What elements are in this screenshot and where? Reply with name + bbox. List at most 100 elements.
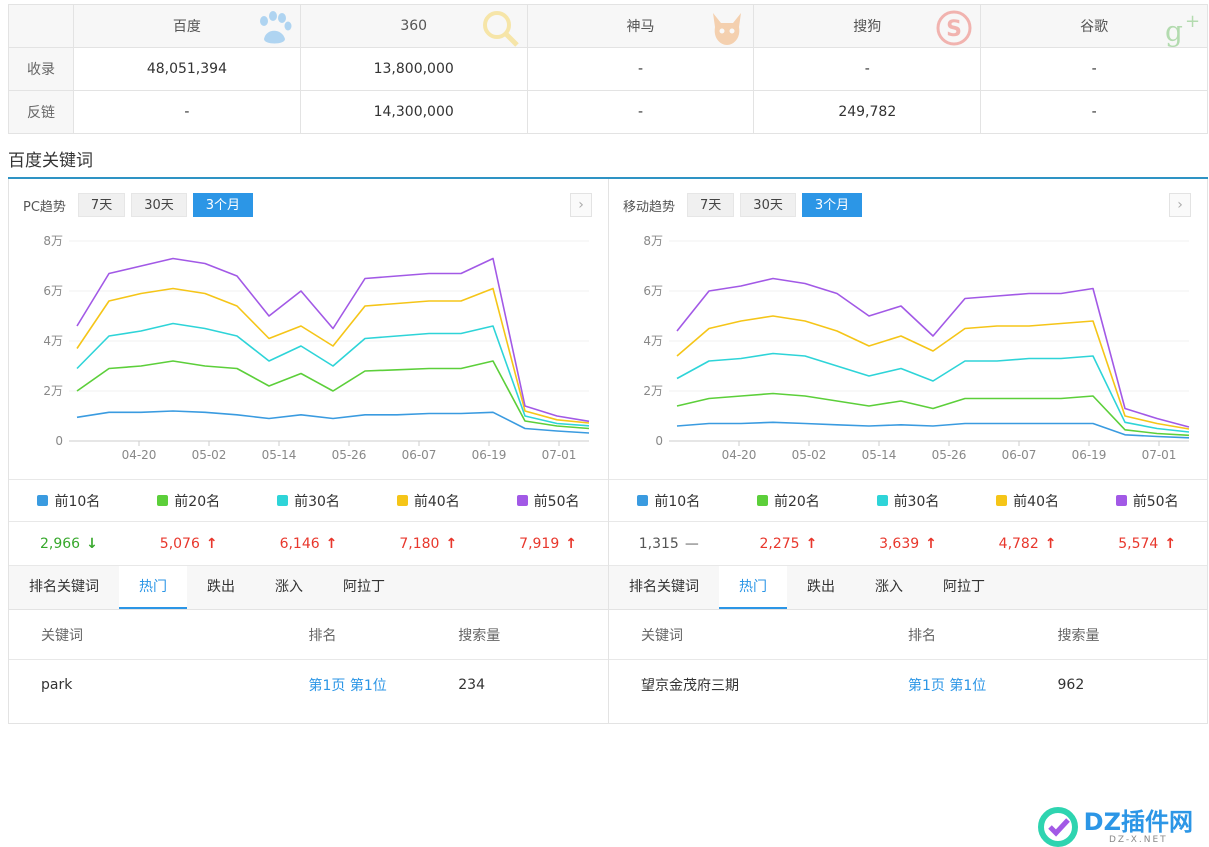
rank-count-item: 7,180 ↑ xyxy=(368,522,488,565)
rank-count-item: 7,919 ↑ xyxy=(488,522,608,565)
x-tick-label: 04-20 xyxy=(722,448,757,462)
series-line-1[interactable] xyxy=(676,421,1190,439)
engine-row-index: 收录 48,051,394 13,800,000 - - - xyxy=(8,47,1208,91)
chevron-right-icon[interactable]: › xyxy=(570,193,592,217)
x-tick-label: 05-26 xyxy=(932,448,967,462)
legend-top50[interactable]: 前50名 xyxy=(488,480,608,521)
legend-swatch xyxy=(157,495,169,506)
tab-gained[interactable]: 涨入 xyxy=(255,566,323,609)
rank-count-value: 4,782 xyxy=(998,535,1039,552)
tab-gained[interactable]: 涨入 xyxy=(855,566,923,609)
legend-label: 前30名 xyxy=(294,493,340,510)
stat-cell: - xyxy=(980,47,1208,91)
legend-label: 前40名 xyxy=(413,493,460,510)
legend: 前10名 前20名 前30名 前40名 前50名 xyxy=(609,479,1207,522)
rank-counts: 1,315 — 2,275 ↑ 3,639 ↑ 4,782 ↑ 5,574 ↑ xyxy=(609,522,1207,566)
legend-label: 前10名 xyxy=(54,493,101,510)
col-rank: 排名 xyxy=(308,627,337,644)
volume-cell: 962 xyxy=(1057,677,1085,693)
rank-count-item: 2,966 ↓ xyxy=(9,522,129,565)
keyword-tabs: 排名关键词 热门 跌出 涨入 阿拉丁 xyxy=(609,566,1207,610)
rank-count-item: 5,574 ↑ xyxy=(1087,522,1207,565)
tab-aladdin[interactable]: 阿拉丁 xyxy=(923,566,1005,609)
tab-dropped[interactable]: 跌出 xyxy=(787,566,855,609)
range-3m-button[interactable]: 3个月 xyxy=(192,193,254,217)
rank-link[interactable]: 第1页 第1位 xyxy=(908,675,1058,695)
legend-top40[interactable]: 前40名 xyxy=(968,480,1088,521)
col-rank: 排名 xyxy=(908,627,936,644)
rank-link[interactable]: 第1页 第1位 xyxy=(309,675,459,695)
tab-ranked-keywords[interactable]: 排名关键词 xyxy=(609,566,719,609)
mobile-trend-panel: 移动趋势 7天 30天 3个月 › 0 2万 4万 6万 8万 04-20 05-02 05-… xyxy=(608,179,1208,847)
stat-cell: - xyxy=(980,90,1208,134)
series-line-2[interactable] xyxy=(676,392,1190,437)
col-volume: 搜索量 xyxy=(1057,627,1100,644)
x-tick-label: 06-19 xyxy=(1072,448,1107,462)
engine-sogou: 搜狗 S xyxy=(753,4,982,48)
rank-count-value: 6,146 xyxy=(279,535,320,552)
engine-baidu: 百度 xyxy=(73,4,301,48)
stat-cell: - xyxy=(526,90,755,134)
x-tick-label: 07-01 xyxy=(1142,448,1177,462)
tab-ranked-keywords[interactable]: 排名关键词 xyxy=(9,566,119,609)
legend-swatch xyxy=(516,495,528,506)
panel-title: 移动趋势 xyxy=(623,199,676,215)
chevron-right-icon[interactable]: › xyxy=(1169,193,1191,217)
col-keyword: 关键词 xyxy=(641,627,683,644)
tab-dropped[interactable]: 跌出 xyxy=(187,566,255,609)
paw-icon xyxy=(259,11,292,44)
y-tick-label: 6万 xyxy=(643,284,663,298)
tab-aladdin[interactable]: 阿拉丁 xyxy=(323,566,405,609)
legend-label: 前30名 xyxy=(893,493,940,510)
legend-top30[interactable]: 前30名 xyxy=(848,480,968,521)
range-3m-button[interactable]: 3个月 xyxy=(801,193,863,217)
legend-top30[interactable]: 前30名 xyxy=(249,480,369,521)
legend-top20[interactable]: 前20名 xyxy=(129,480,249,521)
x-tick-label: 05-02 xyxy=(192,448,227,462)
range-7d-button[interactable]: 7天 xyxy=(77,193,126,217)
series-line-3[interactable] xyxy=(76,322,590,427)
x-tick-label: 04-20 xyxy=(122,448,157,462)
keyword-table-header: 关键词 排名 搜索量 xyxy=(9,610,608,660)
rank-count-item: 4,782 ↑ xyxy=(968,522,1088,565)
tab-hot[interactable]: 热门 xyxy=(119,566,187,609)
dz-logo-icon xyxy=(1037,807,1078,847)
legend-top40[interactable]: 前40名 xyxy=(368,480,488,521)
range-7d-button[interactable]: 7天 xyxy=(687,193,735,217)
rank-count-value: 2,275 xyxy=(759,535,800,552)
stat-cell: - xyxy=(753,47,982,91)
legend-swatch xyxy=(1115,495,1127,506)
engine-header-row: 百度 360 神马 搜狗 S 谷歌 g + xyxy=(8,4,1208,48)
svg-text:g: g xyxy=(1165,15,1183,47)
y-tick-label: 2万 xyxy=(643,384,663,398)
tab-hot[interactable]: 热门 xyxy=(719,566,787,609)
legend-label: 前40名 xyxy=(1013,493,1059,510)
series-line-3[interactable] xyxy=(676,352,1190,433)
series-line-1[interactable] xyxy=(76,410,590,434)
svg-text:+: + xyxy=(1185,11,1200,32)
google-plus-icon: g + xyxy=(1165,11,1200,47)
series-line-4[interactable] xyxy=(676,315,1190,430)
watermark-logo: DZ插件网 DZ-X.NET xyxy=(1037,807,1193,847)
legend-top10[interactable]: 前10名 xyxy=(9,480,129,521)
legend-label: 前50名 xyxy=(1132,493,1179,510)
range-30d-button[interactable]: 30天 xyxy=(740,193,796,217)
legend: 前10名 前20名 前30名 前40名 前50名 xyxy=(9,479,608,522)
x-tick-label: 06-07 xyxy=(402,448,437,462)
rank-count-item: 6,146 ↑ xyxy=(249,522,369,565)
legend-top20[interactable]: 前20名 xyxy=(729,480,849,521)
legend-top50[interactable]: 前50名 xyxy=(1087,480,1207,521)
series-line-5[interactable] xyxy=(676,277,1190,428)
rank-count-value: 2,966 xyxy=(39,535,81,552)
rank-count-value: 1,315 xyxy=(638,535,679,552)
range-30d-button[interactable]: 30天 xyxy=(131,193,187,217)
range-selector: PC趋势 7天 30天 3个月 xyxy=(23,193,254,217)
stat-cell: 249,782 xyxy=(753,90,982,134)
col-volume: 搜索量 xyxy=(458,627,501,644)
legend-top10[interactable]: 前10名 xyxy=(609,480,729,521)
series-line-4[interactable] xyxy=(76,287,590,424)
keyword-tabs: 排名关键词 热门 跌出 涨入 阿拉丁 xyxy=(9,566,608,610)
legend-swatch xyxy=(37,495,49,506)
arrow-up-icon: ↑ xyxy=(1164,535,1177,552)
stat-cell: - xyxy=(73,90,301,134)
